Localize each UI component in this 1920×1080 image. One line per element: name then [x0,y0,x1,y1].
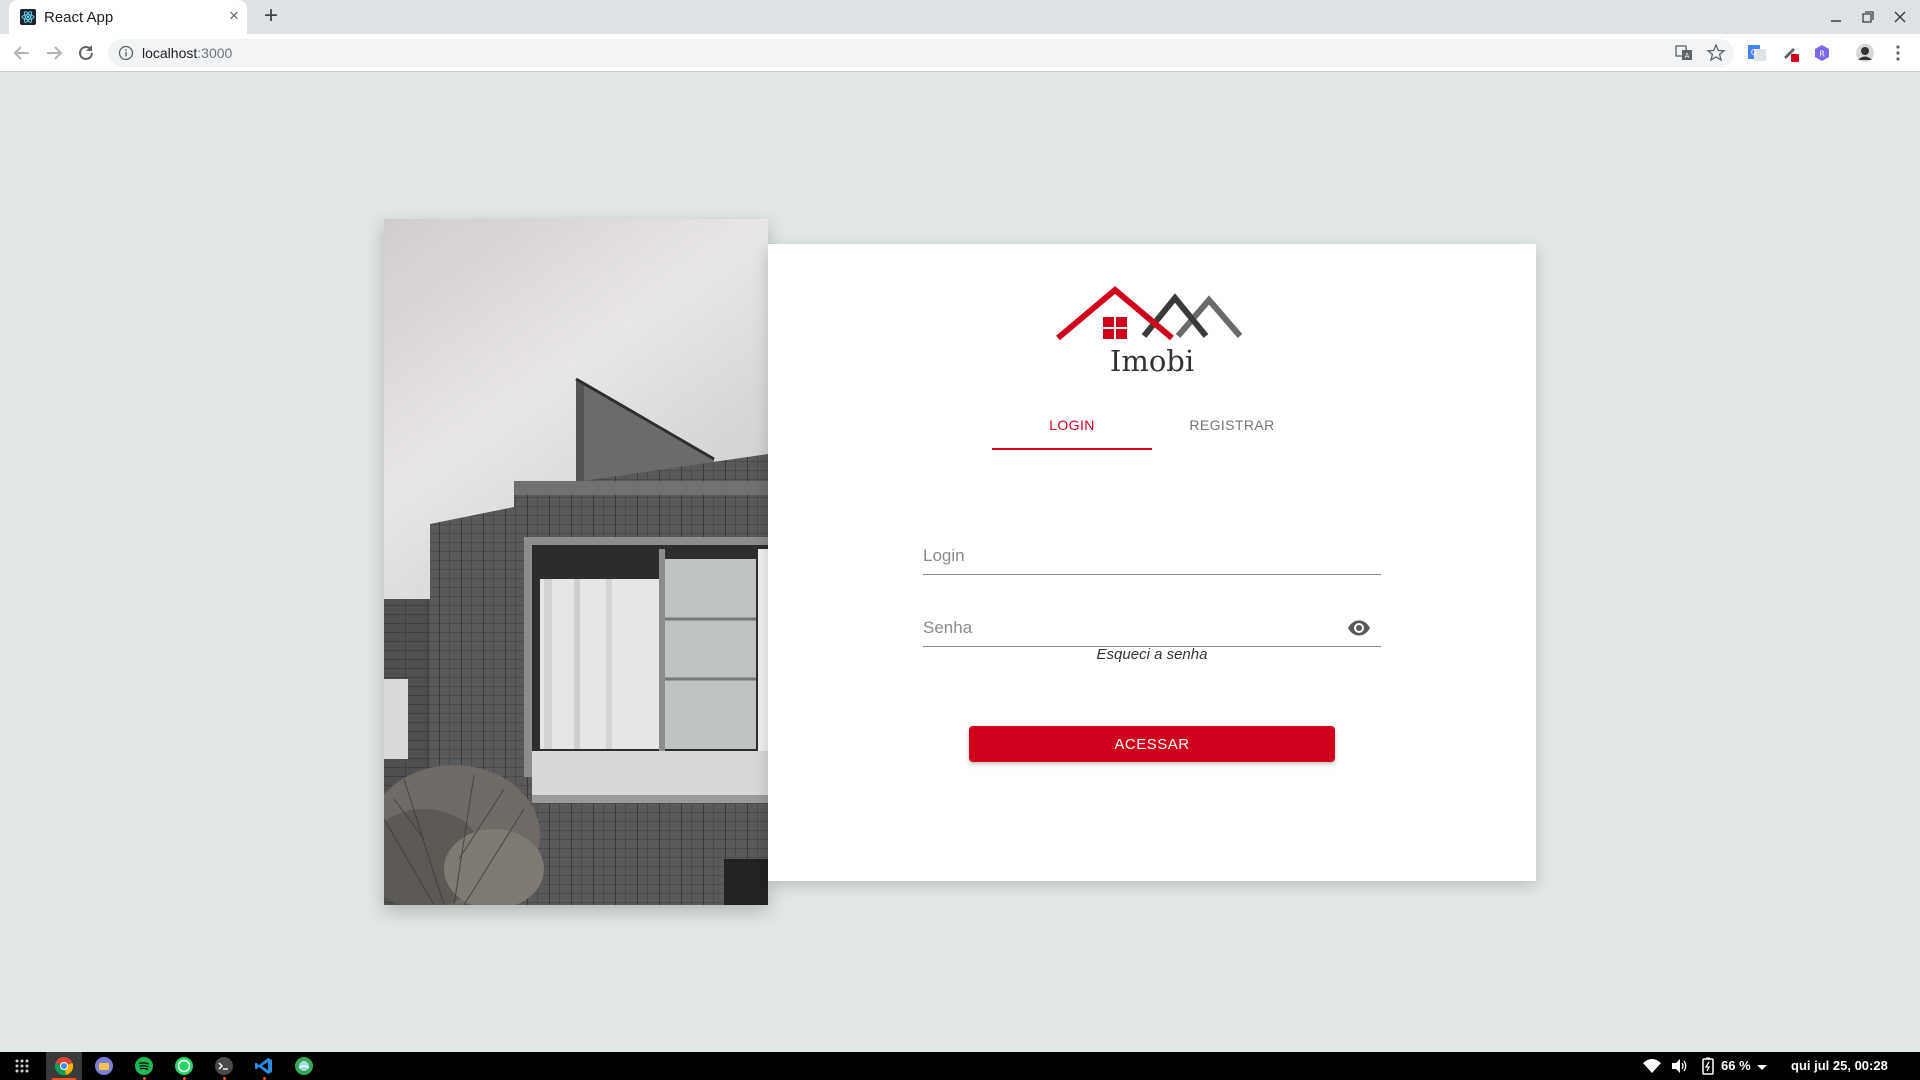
back-icon[interactable] [10,41,34,65]
forgot-password-link[interactable]: Esqueci a senha [768,646,1536,663]
submit-button[interactable]: ACESSAR [969,726,1335,762]
terminal-icon[interactable] [213,1055,235,1077]
browser-tab-strip: React App × + [0,0,1920,34]
tab-close-icon[interactable]: × [224,6,244,26]
password-input[interactable] [923,616,1343,640]
profile-avatar-icon[interactable] [1855,43,1875,63]
react-favicon-icon [20,9,36,25]
password-field [923,601,1381,647]
url-text[interactable]: localhost:3000 [142,45,232,61]
new-tab-button[interactable]: + [259,4,283,29]
pen-extension-icon[interactable] [1781,43,1801,63]
tab-indicator [992,448,1152,450]
clock[interactable]: qui jul 25, 00:28 [1791,1058,1888,1073]
vscode-icon[interactable] [253,1055,275,1077]
tab-registrar[interactable]: REGISTRAR [1152,402,1312,448]
info-icon[interactable] [118,45,134,61]
spotify-icon[interactable] [133,1055,155,1077]
login-card: Imobi LOGIN REGISTRAR Esqueci a senha AC… [768,244,1536,881]
url-host: localhost [142,45,198,61]
maps-icon[interactable] [293,1055,315,1077]
close-window-icon[interactable] [1890,7,1910,27]
wifi-icon[interactable] [1641,1055,1663,1077]
restore-icon[interactable] [1858,7,1878,27]
translate-icon[interactable]: A [1674,43,1694,63]
address-bar[interactable]: localhost:3000 A [108,39,1734,67]
apps-grid-icon[interactable] [11,1055,33,1077]
battery-percentage: 66 % [1721,1058,1751,1073]
bookmark-star-icon[interactable] [1706,43,1726,63]
files-icon[interactable] [93,1055,115,1077]
battery-icon[interactable] [1697,1055,1719,1077]
house-logo-icon [1056,286,1243,341]
login-input[interactable] [923,544,1343,568]
browser-toolbar: localhost:3000 A G R [0,34,1920,72]
forward-icon[interactable] [42,41,66,65]
browser-menu-icon[interactable] [1888,43,1908,63]
auth-tabs: LOGIN REGISTRAR [992,402,1312,452]
system-taskbar: 66 % qui jul 25, 00:28 [0,1052,1920,1080]
login-field [923,529,1381,575]
show-password-eye-icon[interactable] [1347,616,1371,640]
whatsapp-icon[interactable] [173,1055,195,1077]
building-photo [384,219,768,905]
volume-icon[interactable] [1669,1055,1691,1077]
react-devtools-extension-icon[interactable]: R [1812,43,1832,63]
browser-tab[interactable]: React App × [9,0,247,34]
brand-name: Imobi [1109,344,1195,378]
minimize-icon[interactable] [1826,7,1846,27]
google-translate-extension-icon[interactable]: G [1747,43,1767,63]
svg-text:G: G [1751,48,1757,57]
chevron-down-icon[interactable] [1751,1056,1773,1078]
svg-text:R: R [1819,50,1825,59]
tab-login[interactable]: LOGIN [992,402,1152,448]
reload-icon[interactable] [74,41,98,65]
browser-tab-title: React App [44,9,114,26]
svg-text:A: A [1685,52,1690,60]
url-port: :3000 [197,45,233,61]
chrome-icon[interactable] [53,1055,75,1077]
